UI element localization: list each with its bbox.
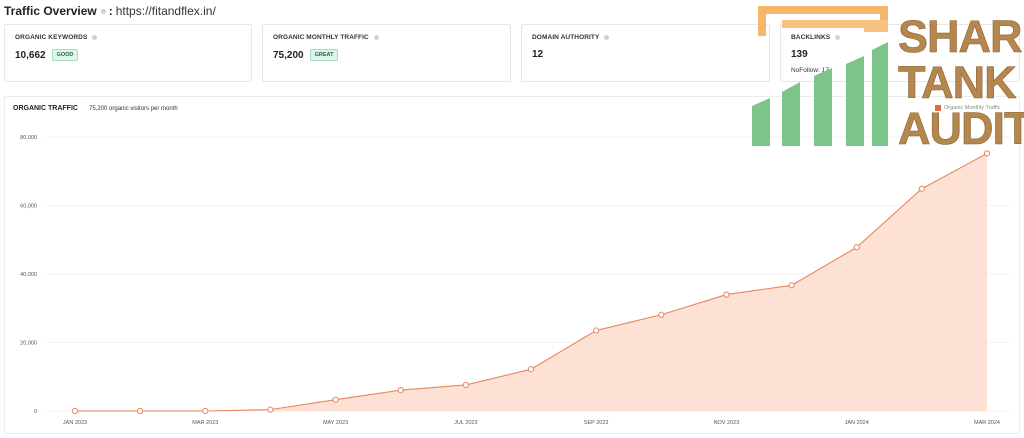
data-point bbox=[983, 150, 991, 157]
y-tick-label: 80,000 bbox=[20, 135, 37, 141]
title-colon: : bbox=[108, 4, 113, 18]
x-axis: JAN 2023 MAR 2023 MAY 2023 JUL 2023 SEP 2023… bbox=[63, 420, 1000, 426]
logo-text-tank: TANK bbox=[898, 57, 1017, 108]
card-label: DOMAIN AUTHORITY bbox=[532, 34, 610, 41]
x-tick-label: JAN 2024 bbox=[845, 420, 869, 426]
x-tick-label: MAY 2023 bbox=[323, 420, 348, 426]
x-tick-label: NOV 2023 bbox=[714, 420, 740, 426]
data-point bbox=[918, 185, 925, 192]
page-title: Traffic Overview bbox=[4, 4, 97, 18]
status-badge: GOOD bbox=[51, 49, 79, 61]
data-point bbox=[137, 407, 144, 415]
chart-area bbox=[75, 152, 988, 412]
domain-url: https://fitandflex.in/ bbox=[115, 4, 216, 18]
card-domain-authority: DOMAIN AUTHORITY 12 bbox=[521, 24, 770, 82]
card-value-text: 10,662 bbox=[15, 49, 46, 61]
y-tick-label: 60,000 bbox=[20, 204, 37, 210]
y-tick-label: 20,000 bbox=[20, 341, 37, 347]
x-tick-label: SEP 2023 bbox=[584, 420, 609, 426]
card-value-text: 12 bbox=[532, 49, 544, 60]
card-label-text: ORGANIC KEYWORDS bbox=[15, 34, 88, 41]
data-point bbox=[723, 291, 730, 298]
logo-green-bar-4 bbox=[846, 56, 864, 146]
y-axis: 0 20,000 40,000 60,000 80,000 bbox=[20, 135, 37, 415]
traffic-area-fill bbox=[75, 153, 987, 411]
data-point bbox=[593, 327, 600, 334]
info-icon[interactable] bbox=[92, 35, 98, 40]
card-organic-keywords: ORGANIC KEYWORDS 10,662 GOOD bbox=[4, 24, 252, 82]
data-point bbox=[71, 407, 79, 415]
card-organic-monthly-traffic: ORGANIC MONTHLY TRAFFIC 75,200 GREAT bbox=[262, 24, 511, 82]
card-label: ORGANIC MONTHLY TRAFFIC bbox=[273, 34, 379, 41]
data-point bbox=[332, 396, 339, 403]
page-header: Traffic Overview : https://fitandflex.in… bbox=[4, 3, 216, 19]
logo-orange-frame bbox=[758, 6, 888, 20]
data-point bbox=[267, 406, 274, 413]
logo-text-shark: SHARK bbox=[898, 11, 1024, 62]
card-value: 10,662 GOOD bbox=[15, 49, 79, 61]
data-point bbox=[397, 387, 404, 394]
logo-text-audits: AUDITS bbox=[898, 103, 1024, 148]
data-point bbox=[527, 366, 535, 373]
logo-green-bar-2 bbox=[782, 82, 800, 146]
data-point bbox=[853, 244, 860, 251]
card-label-text: ORGANIC MONTHLY TRAFFIC bbox=[273, 34, 369, 41]
logo-orange-bar bbox=[782, 20, 888, 32]
info-icon[interactable] bbox=[604, 35, 610, 40]
shark-tank-audits-logo: SHARK TANK AUDITS bbox=[752, 6, 1024, 148]
x-tick-label: JUL 2023 bbox=[454, 420, 477, 426]
card-value: 12 bbox=[532, 49, 543, 60]
y-tick-label: 40,000 bbox=[20, 272, 37, 278]
card-value: 75,200 GREAT bbox=[273, 49, 339, 61]
data-point bbox=[788, 282, 795, 289]
x-tick-label: MAR 2024 bbox=[974, 420, 1000, 426]
y-tick-label: 0 bbox=[34, 409, 37, 415]
data-point bbox=[658, 311, 665, 318]
x-tick-label: JAN 2023 bbox=[63, 420, 87, 426]
card-label: ORGANIC KEYWORDS bbox=[15, 34, 98, 41]
data-point bbox=[202, 407, 209, 415]
x-tick-label: MAR 2023 bbox=[192, 420, 218, 426]
status-badge: GREAT bbox=[309, 49, 339, 61]
info-icon[interactable] bbox=[100, 8, 106, 14]
logo-green-bar-3 bbox=[814, 68, 832, 146]
logo-orange-frame-left bbox=[758, 14, 766, 36]
data-point bbox=[462, 381, 469, 389]
logo-green-bar-5 bbox=[872, 42, 888, 146]
card-label-text: DOMAIN AUTHORITY bbox=[532, 34, 600, 41]
info-icon[interactable] bbox=[373, 35, 379, 40]
card-value-text: 75,200 bbox=[273, 49, 304, 61]
logo-green-bar-1 bbox=[752, 98, 770, 146]
